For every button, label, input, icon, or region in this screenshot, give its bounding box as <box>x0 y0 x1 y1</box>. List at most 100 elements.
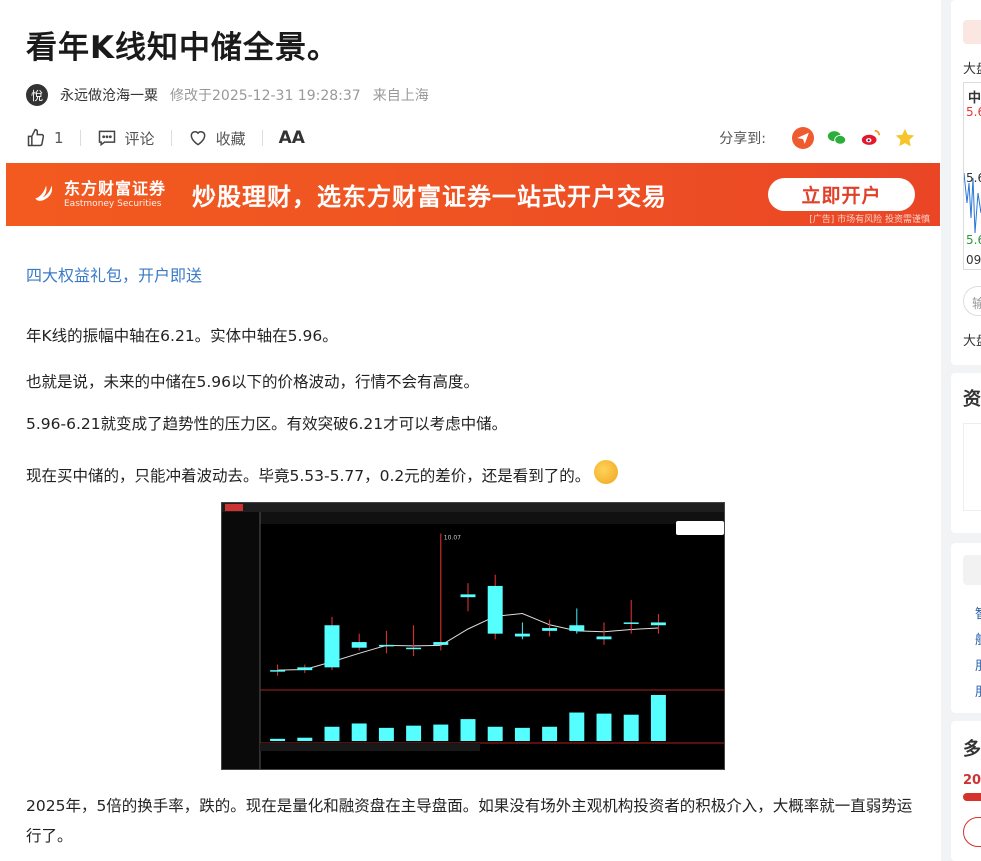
list-item[interactable]: 智 <box>975 603 981 622</box>
volume-bar <box>433 724 449 741</box>
divider <box>79 130 81 146</box>
candle-body <box>270 670 286 672</box>
info-box <box>963 423 981 511</box>
action-button[interactable] <box>963 817 981 847</box>
candle-body <box>351 642 367 648</box>
candle-body <box>650 622 666 626</box>
article-meta: 悅 永远做沧海一粟 修改于2025-12-31 19:28:37 来自上海 <box>26 84 429 106</box>
candle-body <box>460 594 476 598</box>
paragraph-2: 也就是说，未来的中储在5.96以下的价格波动，行情不会有高度。 <box>26 373 480 391</box>
candle-body <box>542 628 558 631</box>
divider <box>170 130 172 146</box>
price-mid: 5.6 <box>966 171 981 185</box>
font-size-button[interactable]: AA <box>279 128 305 148</box>
banner-slogan: 炒股理财，选东方财富证券一站式开户交易 <box>192 183 667 211</box>
location: 来自上海 <box>372 88 429 104</box>
peak-price-label: 10.07 <box>444 534 461 541</box>
card-tab[interactable] <box>963 20 981 44</box>
mini-chart[interactable]: 中 5.6 5.6 5.6 09 <box>963 82 981 270</box>
modified-time: 修改于2025-12-31 19:28:37 <box>170 88 361 104</box>
list-tab[interactable] <box>963 555 981 585</box>
author-name[interactable]: 永远做沧海一粟 <box>60 85 158 105</box>
section-title: 资 <box>963 389 981 410</box>
list-item[interactable]: 朋 <box>975 655 981 674</box>
action-bar: 1 评论 收藏 AA 分享到: <box>26 124 916 152</box>
ad-banner[interactable]: 东方财富证券 Eastmoney Securities 炒股理财，选东方财富证券… <box>6 163 940 226</box>
volume-bar <box>324 726 340 741</box>
stock-short: 中 <box>968 91 981 106</box>
volume-bar <box>270 738 286 741</box>
paragraph-3: 5.96-6.21就变成了趋势性的压力区。有效突破6.21才可以考虑中储。 <box>26 415 508 433</box>
volume-bar <box>460 719 476 741</box>
volume-bar <box>569 712 585 741</box>
volume-bar <box>406 725 422 741</box>
candle-body <box>406 647 422 650</box>
figure-value: 20. <box>963 773 981 788</box>
paragraph-4-text: 现在买中储的，只能冲着波动去。毕竟5.53-5.77，0.2元的差价，还是看到了… <box>26 467 591 485</box>
share-group: 分享到: <box>719 127 916 149</box>
comment-icon <box>98 130 115 147</box>
volume-bar <box>514 727 530 741</box>
paragraph-1: 年K线的振幅中轴在6.21。实体中轴在5.96。 <box>26 327 338 345</box>
comment-label: 评论 <box>124 129 155 148</box>
right-sidebar: 大盘 中 5.6 5.6 5.6 09 输 大盘 资 智 航 朋 朋 <box>951 0 981 861</box>
page: 看年K线知中储全景。 悅 永远做沧海一粟 修改于2025-12-31 19:28… <box>0 0 981 861</box>
like-count: 1 <box>54 129 64 147</box>
article-panel: 看年K线知中储全景。 悅 永远做沧海一粟 修改于2025-12-31 19:28… <box>0 0 941 861</box>
brand-logo: 东方财富证券 Eastmoney Securities <box>32 175 166 209</box>
sidebar-label: 大盘 <box>963 62 981 77</box>
paragraph-5: 2025年，5倍的换手率，跌的。现在是量化和融资盘在主导盘面。如果没有场外主观机… <box>26 797 913 845</box>
price-low: 5.6 <box>966 233 981 247</box>
kline-chart: 10.07 <box>222 503 724 769</box>
volume-bar <box>650 695 666 741</box>
sidebar-label-2: 大盘 <box>963 334 981 349</box>
list-item[interactable]: 航 <box>975 629 981 648</box>
share-paperplane-icon[interactable] <box>792 127 814 149</box>
progress-bar <box>963 793 981 801</box>
weibo-icon[interactable] <box>860 127 882 149</box>
intraday-line <box>964 172 981 234</box>
candle-body <box>514 633 530 637</box>
like-button[interactable]: 1 <box>26 128 64 148</box>
stock-search-input[interactable]: 输 <box>963 286 981 316</box>
collect-button[interactable]: 收藏 <box>188 128 246 149</box>
ad-disclaimer: [广告] 市场有风险 投资需谨慎 <box>809 215 930 225</box>
thumb-up-icon <box>27 128 45 147</box>
volume-bar <box>542 726 558 741</box>
list-card: 智 航 朋 朋 <box>951 543 981 713</box>
brand-name-en: Eastmoney Securities <box>64 199 162 209</box>
list-item[interactable]: 朋 <box>975 681 981 700</box>
section-title-2: 多 <box>963 739 981 760</box>
candle-body <box>569 625 585 631</box>
candle-body <box>623 622 639 624</box>
candle-body <box>596 636 612 640</box>
star-icon[interactable] <box>894 127 916 149</box>
candle-body <box>378 644 394 647</box>
avatar[interactable]: 悅 <box>26 84 48 106</box>
eastmoney-logo-icon <box>35 185 53 201</box>
promo-link[interactable]: 四大权益礼包，开户即送 <box>26 262 202 286</box>
input-hint: 输 <box>972 297 981 312</box>
volume-bar <box>623 714 639 741</box>
divider <box>261 130 263 146</box>
price-top: 5.6 <box>966 105 981 119</box>
share-label: 分享到: <box>719 131 766 147</box>
more-card: 多 20. <box>951 721 981 861</box>
comment-button[interactable]: 评论 <box>97 128 155 149</box>
wechat-icon[interactable] <box>826 127 848 149</box>
volume-bar <box>297 737 313 741</box>
market-card: 大盘 中 5.6 5.6 5.6 09 输 大盘 <box>951 0 981 365</box>
volume-bar <box>351 723 367 741</box>
candle-body <box>297 667 313 671</box>
info-card: 资 <box>951 373 981 533</box>
volume-bar <box>596 713 612 741</box>
collect-label: 收藏 <box>215 129 246 148</box>
kline-chart-image[interactable]: 10.07 <box>221 502 725 770</box>
paragraph-4: 现在买中储的，只能冲着波动去。毕竟5.53-5.77，0.2元的差价，还是看到了… <box>26 460 921 491</box>
time-label: 09 <box>966 253 981 267</box>
candle-body <box>433 642 449 645</box>
candle-body <box>487 585 503 634</box>
heart-icon <box>190 131 205 146</box>
open-account-button[interactable]: 立即开户 <box>768 178 915 211</box>
brand-name-cn: 东方财富证券 <box>64 179 167 198</box>
